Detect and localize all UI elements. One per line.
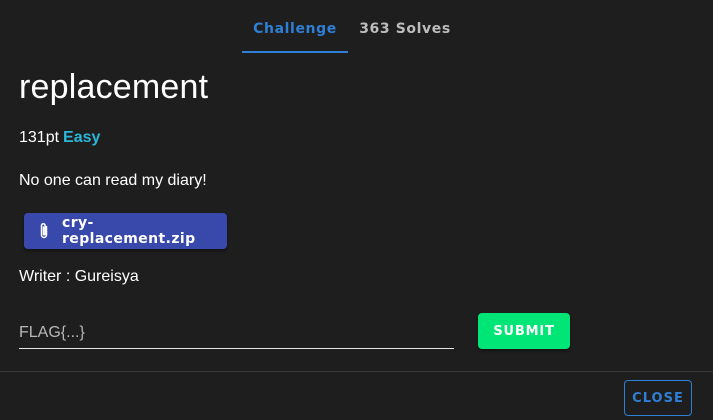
challenge-meta: 131pt Easy — [19, 129, 100, 147]
active-tab-indicator — [242, 51, 348, 53]
submit-button[interactable]: SUBMIT — [478, 313, 570, 349]
tab-solves-label: 363 Solves — [359, 21, 451, 37]
close-button[interactable]: CLOSE — [624, 380, 692, 416]
challenge-description: No one can read my diary! — [19, 172, 207, 189]
difficulty-badge: Easy — [63, 129, 101, 146]
tab-challenge[interactable]: Challenge — [242, 5, 348, 53]
tab-solves[interactable]: 363 Solves — [348, 5, 462, 53]
tab-bar: Challenge 363 Solves — [0, 5, 713, 53]
paperclip-icon — [40, 222, 48, 239]
flag-input[interactable] — [19, 318, 454, 349]
download-file-button[interactable]: cry-replacement.zip — [24, 213, 227, 249]
challenge-title: replacement — [19, 68, 209, 106]
flag-field — [19, 318, 454, 350]
writer-label: Writer : Gureisya — [19, 268, 139, 285]
tab-challenge-label: Challenge — [253, 21, 337, 37]
file-name-label: cry-replacement.zip — [62, 215, 196, 247]
divider — [0, 371, 713, 372]
challenge-dialog: Challenge 363 Solves replacement 131pt Ea… — [0, 0, 713, 420]
points-label: 131pt — [19, 129, 60, 146]
